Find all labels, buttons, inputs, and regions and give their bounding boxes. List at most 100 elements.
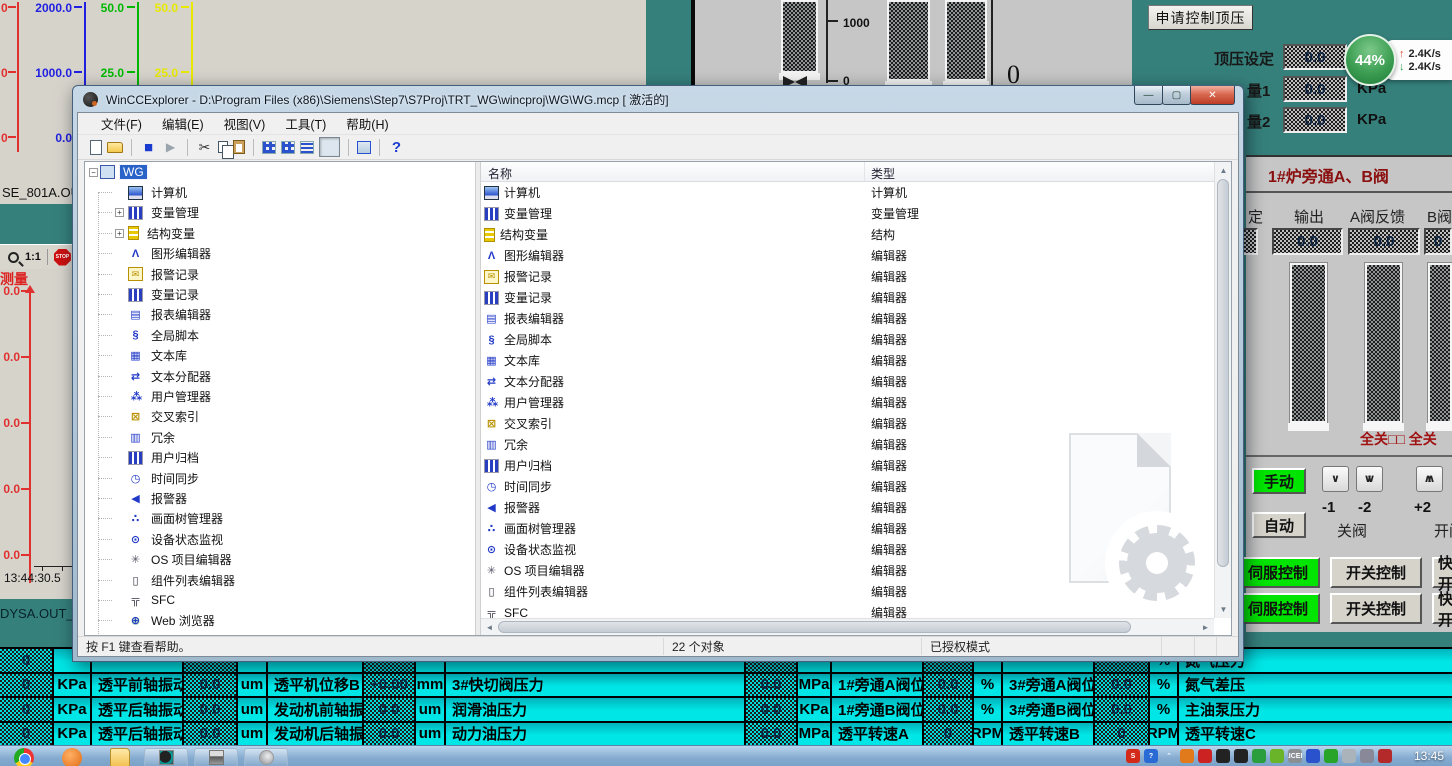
step-down-1-button[interactable]: ∨ <box>1322 466 1349 492</box>
license-tray-icon[interactable]: LICEN <box>1288 749 1302 763</box>
menu-item[interactable]: 编辑(E) <box>153 112 213 135</box>
type-column-header[interactable]: 类型 <box>865 162 1214 181</box>
qq-tray-icon[interactable] <box>1216 749 1230 763</box>
running-app-button[interactable] <box>244 748 288 766</box>
list-item[interactable]: 变量管理 变量管理 <box>481 203 1214 224</box>
tree-item[interactable]: 计算机 <box>85 182 475 202</box>
scrollbar-thumb[interactable] <box>498 621 1131 633</box>
servo-control-button[interactable]: 伺服控制 <box>1236 557 1320 588</box>
help-tray-icon[interactable]: ? <box>1144 749 1158 763</box>
chrome-taskbar-icon[interactable] <box>14 748 34 766</box>
auto-mode-button[interactable]: 自动 <box>1252 512 1306 538</box>
menu-item[interactable]: 帮助(H) <box>337 112 397 135</box>
list-view-icon[interactable] <box>300 141 314 154</box>
large-icons-view-icon[interactable] <box>262 141 276 154</box>
tree-item[interactable]: ⊕ Web 浏览器 <box>85 611 475 631</box>
list-item[interactable]: ▯ 组件列表编辑器 编辑器 <box>481 581 1214 602</box>
list-item[interactable]: ◷ 时间同步 编辑器 <box>481 476 1214 497</box>
tree-item[interactable]: ▯ 组件列表编辑器 <box>85 570 475 590</box>
list-item[interactable]: ✳ OS 项目编辑器 编辑器 <box>481 560 1214 581</box>
red-usb-tray-icon[interactable] <box>1378 749 1392 763</box>
safety-ball-tray-icon[interactable] <box>1270 749 1284 763</box>
tree-item[interactable]: ▥ 冗余 <box>85 427 475 447</box>
switch-control-button[interactable]: 开关控制 <box>1330 593 1422 624</box>
running-app-button[interactable] <box>194 748 238 766</box>
menu-item[interactable]: 文件(F) <box>92 112 151 135</box>
green-x-tray-icon[interactable] <box>1324 749 1338 763</box>
scroll-left-arrow[interactable]: ◄ <box>481 619 498 636</box>
switch-control-button[interactable]: 开关控制 <box>1330 557 1422 588</box>
tree-item[interactable]: ✳ OS 项目编辑器 <box>85 549 475 569</box>
tree-item[interactable]: Λ 图形编辑器 <box>85 244 475 264</box>
list-item[interactable]: ⇄ 文本分配器 编辑器 <box>481 371 1214 392</box>
tree-item[interactable]: ▤ 报表编辑器 <box>85 305 475 325</box>
list-item[interactable]: ╦ SFC 编辑器 <box>481 602 1214 618</box>
menu-item[interactable]: 工具(T) <box>276 112 335 135</box>
list-item[interactable]: ◀ 报警器 编辑器 <box>481 497 1214 518</box>
shield-tray-icon[interactable] <box>1252 749 1266 763</box>
folder-taskbar-icon[interactable] <box>110 748 130 766</box>
tree-item[interactable]: ⊙ 设备状态监视 <box>85 529 475 549</box>
tree-expander[interactable]: − <box>89 168 98 177</box>
tree-item[interactable]: ∴ 画面树管理器 <box>85 509 475 529</box>
minimize-button[interactable]: — <box>1134 86 1163 105</box>
window-titlebar[interactable]: WinCCExplorer - D:\Program Files (x86)\S… <box>73 86 1243 112</box>
name-column-header[interactable]: 名称 <box>481 162 865 181</box>
small-icons-view-icon[interactable] <box>281 141 295 154</box>
tree-expander[interactable]: + <box>115 208 124 217</box>
tree-item[interactable]: 用户归档 <box>85 447 475 467</box>
list-item[interactable]: ▦ 文本库 编辑器 <box>481 350 1214 371</box>
tree-item[interactable]: ◀ 报警器 <box>85 488 475 508</box>
tree-item[interactable]: + 结构变量 <box>85 223 475 243</box>
tree-item[interactable]: § 全局脚本 <box>85 325 475 345</box>
fast-open-button[interactable]: 快开 <box>1432 557 1452 588</box>
tree-item[interactable]: ⇄ 文本分配器 <box>85 366 475 386</box>
list-item[interactable]: 计算机 计算机 <box>481 182 1214 203</box>
zoom-ratio-button[interactable]: 1:1 <box>25 251 41 263</box>
list-item[interactable]: Λ 图形编辑器 编辑器 <box>481 245 1214 266</box>
scrollbar-thumb[interactable] <box>1217 179 1229 567</box>
list-item[interactable]: ▤ 报表编辑器 编辑器 <box>481 308 1214 329</box>
step-down-2-button[interactable]: ∨∨ <box>1356 466 1383 492</box>
properties-icon[interactable] <box>357 141 371 154</box>
qq-tray-icon[interactable] <box>1234 749 1248 763</box>
copy-icon[interactable] <box>218 141 228 153</box>
paste-icon[interactable] <box>233 140 245 154</box>
list-item[interactable]: 结构变量 结构 <box>481 224 1214 245</box>
gray-tray-icon[interactable] <box>1342 749 1356 763</box>
tree-item[interactable]: ╦ SFC <box>85 590 475 610</box>
volume-tray-icon[interactable] <box>1360 749 1374 763</box>
list-item[interactable]: ⊙ 设备状态监视 编辑器 <box>481 539 1214 560</box>
blue-tray-icon[interactable] <box>1306 749 1320 763</box>
tree-item[interactable]: ▦ 文本库 <box>85 346 475 366</box>
fast-open-button[interactable]: 快开 <box>1432 593 1452 624</box>
list-item[interactable]: ⁂ 用户管理器 编辑器 <box>481 392 1214 413</box>
list-item[interactable]: ✉ 报警记录 编辑器 <box>481 266 1214 287</box>
help-icon[interactable]: ? <box>388 139 405 155</box>
menu-item[interactable]: 视图(V) <box>215 112 275 135</box>
manual-mode-button[interactable]: 手动 <box>1252 468 1306 494</box>
red-tray-icon[interactable] <box>1198 749 1212 763</box>
scroll-right-arrow[interactable]: ► <box>1197 619 1214 636</box>
step-up-2-button[interactable]: ∧∧ <box>1416 466 1443 492</box>
details-view-icon[interactable] <box>319 137 340 157</box>
maximize-button[interactable]: ▢ <box>1162 86 1191 105</box>
tree-item[interactable]: ⊠ 交叉索引 <box>85 407 475 427</box>
open-folder-icon[interactable] <box>107 142 123 153</box>
list-item[interactable]: ▥ 冗余 编辑器 <box>481 434 1214 455</box>
tree-item[interactable]: + 变量管理 <box>85 203 475 223</box>
tree-item[interactable]: − WG <box>85 162 475 182</box>
show-hidden-icons-arrow[interactable]: ⌃ <box>1162 749 1176 763</box>
orange-tray-icon[interactable] <box>1180 749 1194 763</box>
request-top-pressure-control-button[interactable]: 申请控制顶压 <box>1148 5 1253 30</box>
play-icon[interactable]: ▶ <box>162 139 179 155</box>
tree-item[interactable]: 变量记录 <box>85 284 475 304</box>
cut-icon[interactable]: ✂ <box>196 139 213 155</box>
list-item[interactable]: 变量记录 编辑器 <box>481 287 1214 308</box>
servo-control-button[interactable]: 伺服控制 <box>1236 593 1320 624</box>
tree-item[interactable]: ◷ 时间同步 <box>85 468 475 488</box>
media-player-taskbar-icon[interactable] <box>62 748 82 766</box>
tree-item[interactable]: ✉ 报警记录 <box>85 264 475 284</box>
scroll-up-arrow[interactable]: ▲ <box>1215 162 1232 179</box>
list-item[interactable]: ∴ 画面树管理器 编辑器 <box>481 518 1214 539</box>
